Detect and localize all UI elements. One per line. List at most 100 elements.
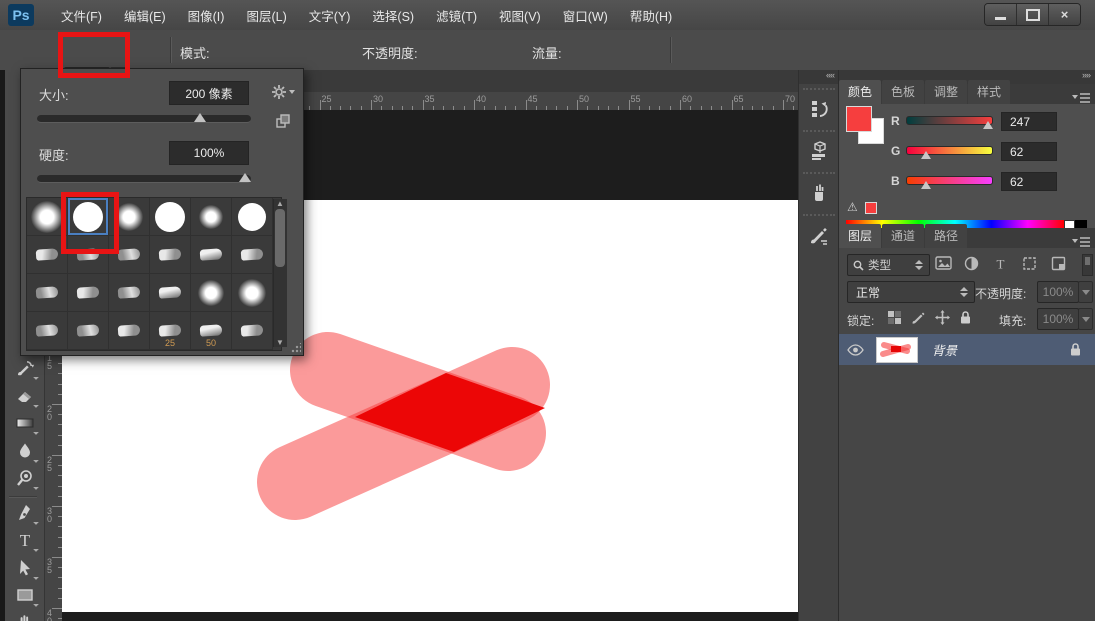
type-tool[interactable]: T <box>12 528 38 552</box>
channel-value-G[interactable]: 62 <box>1001 142 1057 161</box>
lock-transparent-pixels-icon[interactable] <box>887 310 902 325</box>
menu-文件F[interactable]: 文件(F) <box>50 2 113 29</box>
hardness-field[interactable]: 100% <box>169 141 249 165</box>
layers-tab-通道[interactable]: 通道 <box>882 224 924 248</box>
color-tab-调整[interactable]: 调整 <box>925 80 967 104</box>
new-brush-preset-icon[interactable] <box>273 111 293 131</box>
panel-menu-icon[interactable] <box>1072 92 1090 104</box>
scroll-down-icon[interactable]: ▼ <box>276 338 284 347</box>
pen-tool[interactable] <box>12 501 38 525</box>
channel-slider-B[interactable] <box>906 176 993 185</box>
hardness-slider[interactable] <box>37 175 251 183</box>
maximize-button[interactable] <box>1016 4 1048 25</box>
layer-visibility-eye-icon[interactable] <box>847 344 864 356</box>
channel-value-B[interactable]: 62 <box>1001 172 1057 191</box>
channel-slider-R[interactable] <box>906 116 993 125</box>
size-slider[interactable] <box>37 115 251 123</box>
size-slider-thumb[interactable] <box>194 113 206 122</box>
rectangle-tool[interactable] <box>12 583 38 607</box>
layer-filter-type-select[interactable]: 类型 <box>847 254 930 276</box>
close-button[interactable]: × <box>1048 4 1080 25</box>
history-brush-tool[interactable] <box>12 356 38 380</box>
menu-视图V[interactable]: 视图(V) <box>488 2 552 29</box>
gear-icon[interactable] <box>271 82 295 102</box>
channel-slider-thumb-G[interactable] <box>921 151 931 159</box>
tool-presets-panel-button[interactable] <box>803 172 835 212</box>
brush-preset-cell[interactable] <box>27 274 68 312</box>
filter-adjustment-icon[interactable] <box>964 256 979 271</box>
menu-编辑E[interactable]: 编辑(E) <box>113 2 177 29</box>
brush-preset-cell[interactable] <box>109 312 150 350</box>
brush-preset-cell[interactable] <box>191 274 232 312</box>
path-select-tool[interactable] <box>12 556 38 580</box>
filter-image-icon[interactable] <box>935 256 952 271</box>
eraser-tool[interactable] <box>12 384 38 408</box>
fill-caret[interactable] <box>1078 308 1093 330</box>
menu-滤镜T[interactable]: 滤镜(T) <box>425 2 488 29</box>
hand-tool[interactable] <box>12 611 38 621</box>
color-tab-颜色[interactable]: 颜色 <box>839 80 881 104</box>
scroll-up-icon[interactable]: ▲ <box>276 199 284 208</box>
blur-tool[interactable] <box>12 439 38 463</box>
history-panel-button[interactable] <box>803 88 835 128</box>
brush-grid-scrollbar[interactable]: ▲ ▼ <box>273 199 287 347</box>
foreground-color-swatch[interactable] <box>846 106 872 132</box>
layer-row-background[interactable]: 背景 <box>839 334 1095 365</box>
scrollbar-thumb[interactable] <box>275 209 285 267</box>
channel-value-R[interactable]: 247 <box>1001 112 1057 131</box>
brush-preset-cell[interactable] <box>150 198 191 236</box>
layers-opacity-caret[interactable] <box>1078 281 1093 303</box>
gamut-warning-icon[interactable]: ⚠ <box>847 200 858 214</box>
menu-图层L[interactable]: 图层(L) <box>235 2 297 29</box>
layers-tab-路径[interactable]: 路径 <box>925 224 967 248</box>
brush-preset-cell[interactable] <box>150 274 191 312</box>
panel-resize-grip[interactable] <box>291 343 301 353</box>
channel-slider-G[interactable] <box>906 146 993 155</box>
channel-slider-thumb-B[interactable] <box>921 181 931 189</box>
brush-preset-cell[interactable] <box>232 312 273 350</box>
brush-settings-panel-button[interactable] <box>803 214 835 254</box>
dodge-tool[interactable] <box>12 466 38 490</box>
menu-窗口W[interactable]: 窗口(W) <box>552 2 619 29</box>
gradient-tool[interactable] <box>12 411 38 435</box>
brush-preset-cell[interactable] <box>232 274 273 312</box>
brush-preset-cell[interactable] <box>191 236 232 274</box>
filter-shape-icon[interactable] <box>1022 256 1037 271</box>
brush-preset-cell[interactable] <box>191 198 232 236</box>
hardness-slider-thumb[interactable] <box>239 173 251 182</box>
sampled-tip-brush-thumb <box>159 286 182 299</box>
brush-preset-cell[interactable] <box>68 312 109 350</box>
layers-opacity-value[interactable]: 100% <box>1037 281 1079 303</box>
filter-type-icon[interactable]: T <box>993 256 1008 271</box>
brush-preset-cell[interactable]: 50 <box>191 312 232 350</box>
minimize-button[interactable] <box>985 4 1016 25</box>
panel-menu-icon[interactable] <box>1072 236 1090 248</box>
layer-thumbnail[interactable] <box>876 337 918 363</box>
menu-图像I[interactable]: 图像(I) <box>177 2 236 29</box>
channel-slider-thumb-R[interactable] <box>983 121 993 129</box>
brush-preset-cell[interactable]: 25 <box>150 312 191 350</box>
brush-preset-cell[interactable] <box>150 236 191 274</box>
color-tab-色板[interactable]: 色板 <box>882 80 924 104</box>
brush-preset-cell[interactable] <box>27 312 68 350</box>
properties-panel-button[interactable] <box>803 130 835 170</box>
brush-preset-cell[interactable] <box>232 236 273 274</box>
brush-preset-cell[interactable] <box>109 274 150 312</box>
gamut-color-swatch[interactable] <box>865 202 877 214</box>
blend-mode-select-layers[interactable]: 正常 <box>847 281 975 303</box>
lock-all-icon[interactable] <box>959 310 972 325</box>
filter-smart-object-icon[interactable] <box>1051 256 1066 271</box>
color-tab-样式[interactable]: 样式 <box>968 80 1010 104</box>
menu-帮助H[interactable]: 帮助(H) <box>619 2 683 29</box>
menu-文字Y[interactable]: 文字(Y) <box>298 2 362 29</box>
fill-value[interactable]: 100% <box>1037 308 1079 330</box>
layers-tab-图层[interactable]: 图层 <box>839 224 881 248</box>
collapse-dock-icon[interactable]: «« <box>799 70 839 84</box>
brush-preset-cell[interactable] <box>68 274 109 312</box>
lock-position-icon[interactable] <box>935 310 950 325</box>
brush-size-field[interactable]: 200 像素 <box>169 81 249 105</box>
menu-选择S[interactable]: 选择(S) <box>361 2 425 29</box>
brush-preset-cell[interactable] <box>232 198 273 236</box>
lock-image-pixels-icon[interactable] <box>911 310 926 325</box>
filter-toggle-switch[interactable] <box>1082 254 1093 276</box>
